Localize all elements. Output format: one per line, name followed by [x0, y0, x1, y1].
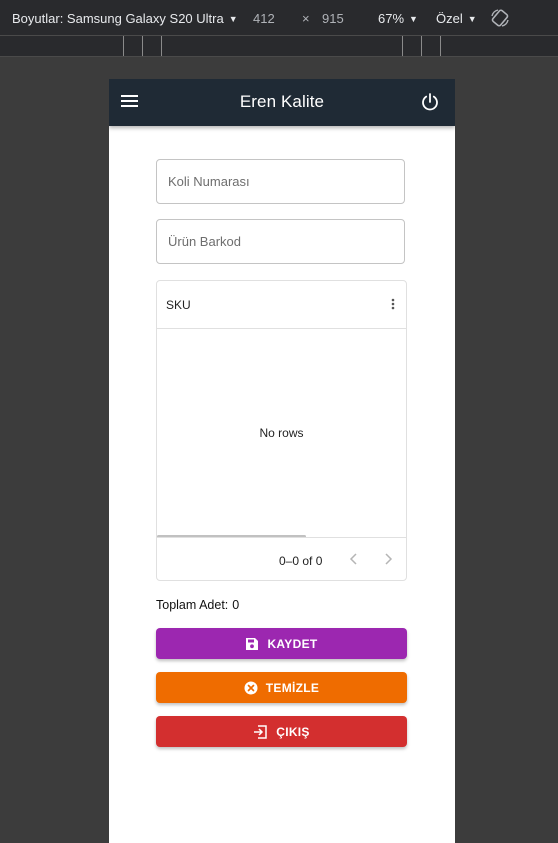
device-select[interactable]: Boyutlar: Samsung Galaxy S20 Ultra ▼	[12, 11, 238, 26]
devtools-device-toolbar: Boyutlar: Samsung Galaxy S20 Ultra ▼ 412…	[0, 0, 558, 36]
product-barcode-field[interactable]	[156, 219, 405, 264]
rotate-icon[interactable]	[489, 7, 511, 29]
grid-header: SKU	[157, 281, 406, 329]
grid-pagination: 0–0 of 0	[157, 537, 406, 582]
product-barcode-input[interactable]	[157, 220, 404, 263]
chevron-down-icon: ▼	[409, 13, 418, 24]
device-viewport: Eren Kalite SKU No rows 0–0 of 0	[109, 79, 455, 843]
throttle-select[interactable]: Özel ▼	[436, 11, 477, 26]
chevron-down-icon: ▼	[467, 13, 477, 24]
app-bar: Eren Kalite	[109, 79, 455, 126]
exit-button[interactable]: ÇIKIŞ	[156, 716, 407, 747]
chevron-left-icon[interactable]	[348, 552, 360, 566]
empty-rows-message: No rows	[259, 426, 304, 440]
column-header-sku[interactable]: SKU	[166, 298, 191, 312]
save-button-label: KAYDET	[267, 636, 318, 651]
pagination-count: 0–0 of 0	[279, 554, 323, 568]
chevron-down-icon: ▼	[228, 13, 238, 24]
zoom-label: 67%	[378, 11, 405, 26]
throttle-label: Özel	[436, 11, 463, 26]
exit-button-label: ÇIKIŞ	[276, 724, 310, 739]
chevron-right-icon[interactable]	[382, 552, 394, 566]
cancel-circle-icon	[244, 681, 258, 694]
height-input[interactable]: 915	[322, 11, 344, 26]
device-ruler	[0, 36, 558, 57]
total-quantity: Toplam Adet: 0	[156, 598, 243, 612]
sku-data-grid: SKU No rows 0–0 of 0	[156, 280, 407, 581]
app-title: Eren Kalite	[239, 92, 325, 111]
save-button[interactable]: KAYDET	[156, 628, 407, 659]
width-input[interactable]: 412	[253, 11, 275, 26]
zoom-select[interactable]: 67% ▼	[378, 11, 418, 26]
power-icon[interactable]	[420, 92, 440, 112]
save-icon	[246, 637, 259, 650]
total-value: 0	[232, 598, 240, 612]
box-number-input[interactable]	[157, 160, 404, 203]
dimension-separator: ×	[302, 11, 310, 26]
device-label: Boyutlar: Samsung Galaxy S20 Ultra	[12, 11, 224, 26]
total-label: Toplam Adet:	[156, 598, 229, 612]
clear-button[interactable]: TEMİZLE	[156, 672, 407, 703]
logout-icon	[254, 724, 267, 739]
box-number-field[interactable]	[156, 159, 405, 204]
clear-button-label: TEMİZLE	[265, 680, 320, 695]
column-menu-icon[interactable]	[390, 297, 396, 311]
